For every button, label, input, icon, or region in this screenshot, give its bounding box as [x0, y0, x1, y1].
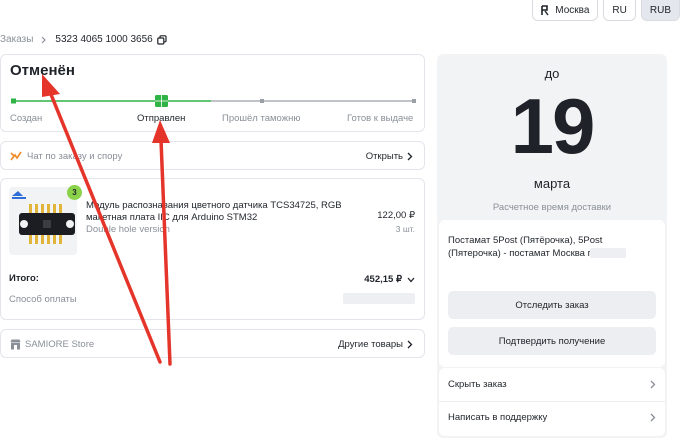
delivery-estimate-label: Расчетное время доставки: [492, 202, 612, 213]
city-label: Москва: [555, 4, 590, 16]
total-label: Итого:: [9, 273, 39, 284]
language-selector[interactable]: RU: [603, 0, 636, 21]
total-value[interactable]: 452,15 ₽: [364, 274, 415, 285]
sensor-board-image: [9, 187, 77, 255]
hide-order-row[interactable]: Скрыть заказ: [448, 379, 656, 390]
track-order-button[interactable]: Отследить заказ: [448, 291, 656, 319]
breadcrumb: Заказы 5323 4065 1000 3656: [0, 34, 167, 45]
confirm-receipt-button[interactable]: Подтвердить получение: [448, 327, 656, 355]
language-label: RU: [612, 4, 627, 16]
chevron-right-icon: [407, 152, 413, 161]
product-quantity: 3 шт.: [395, 224, 415, 234]
breadcrumb-orders-link[interactable]: Заказы: [0, 34, 33, 45]
progress-track: [11, 95, 416, 107]
chevron-right-icon: [650, 413, 656, 422]
hide-order-label: Скрыть заказ: [448, 379, 507, 390]
divider: [439, 401, 665, 402]
address-blurred: [590, 248, 626, 258]
chevron-right-icon: [407, 340, 413, 349]
quantity-badge: 3: [67, 185, 82, 200]
step-shipped: Отправлен: [137, 113, 186, 124]
chevron-right-icon: [41, 36, 47, 43]
box-icon: [155, 95, 168, 107]
support-label: Написать в поддержку: [448, 412, 548, 423]
product-name[interactable]: Модуль распознавания цветного датчика TC…: [86, 200, 361, 224]
chevron-down-icon: [407, 277, 415, 282]
location-pin-icon: [541, 4, 549, 15]
copy-icon[interactable]: [156, 34, 167, 45]
chat-icon: [10, 151, 22, 161]
product-price: 122,00 ₽: [377, 210, 415, 221]
order-number: 5323 4065 1000 3656: [55, 34, 153, 45]
step-ready: Готов к выдаче: [347, 113, 414, 124]
chevron-right-icon: [650, 380, 656, 389]
step-created: Создан: [10, 113, 43, 124]
order-status-card: Отменён Создан Отправлен Прошёл таможню …: [0, 54, 425, 132]
top-bar: Москва RU RUB: [532, 0, 680, 22]
step-customs: Прошёл таможню: [222, 113, 301, 124]
order-status-title: Отменён: [10, 62, 75, 79]
delivery-panel: до 19 марта Расчетное время доставки Пос…: [437, 54, 667, 438]
product-variant: Double hole version: [86, 224, 170, 235]
payment-method-value-blurred: [343, 293, 415, 304]
other-products-link[interactable]: Другие товары: [338, 339, 413, 350]
payment-method-label: Способ оплаты: [9, 294, 77, 305]
chat-label: Чат по заказу и спору: [27, 151, 123, 162]
total-amount: 452,15 ₽: [364, 274, 402, 285]
open-chat-label: Открыть: [365, 151, 403, 162]
currency-selector[interactable]: RUB: [640, 0, 680, 21]
product-card: 3 Модуль распознавания цветного датчика …: [0, 178, 425, 320]
delivery-day: 19: [510, 82, 596, 170]
delivery-month: марта: [533, 176, 571, 191]
order-actions: Скрыть заказ Написать в поддержку: [439, 368, 665, 436]
currency-label: RUB: [649, 4, 671, 16]
store-icon: [10, 339, 21, 350]
support-row[interactable]: Написать в поддержку: [448, 412, 656, 423]
other-products-label: Другие товары: [338, 339, 403, 350]
store-row[interactable]: SAMIORE Store Другие товары: [0, 329, 425, 358]
open-chat-link[interactable]: Открыть: [366, 151, 413, 162]
store-name: SAMIORE Store: [25, 339, 95, 350]
city-selector[interactable]: Москва: [532, 0, 599, 21]
chat-row[interactable]: Чат по заказу и спору Открыть: [0, 141, 425, 170]
pickup-card: Постамат 5Post (Пятёрочка), 5Post (Пятер…: [439, 220, 665, 367]
product-image[interactable]: [9, 187, 77, 255]
